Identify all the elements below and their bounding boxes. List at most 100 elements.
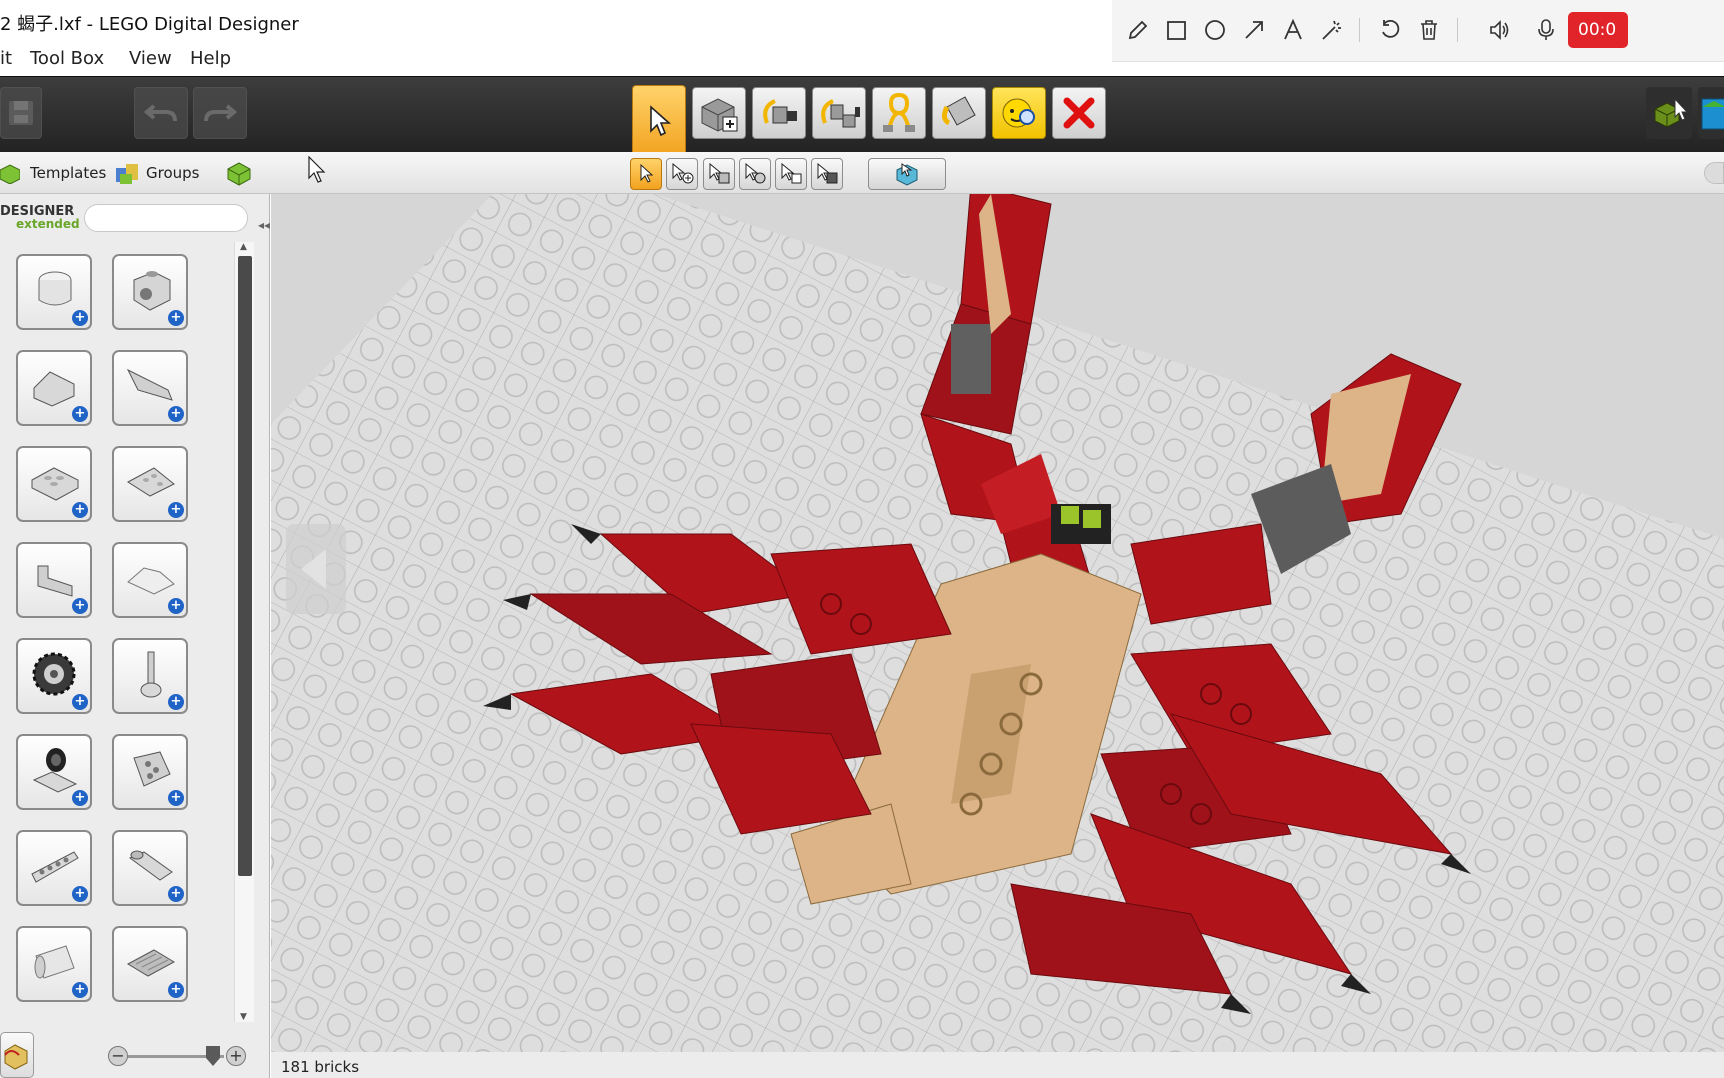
templates-tab-label: Templates <box>30 164 107 182</box>
palette-zoom-bar: − + <box>0 1030 270 1078</box>
add-brick-icon: + <box>168 694 184 710</box>
pencil-icon[interactable] <box>1122 14 1154 46</box>
same-brick-select-button[interactable] <box>775 158 807 190</box>
invert-select-button[interactable] <box>811 158 843 190</box>
technic-brick-item[interactable]: + <box>112 254 188 330</box>
scene-canvas <box>271 194 1724 1052</box>
camera-view-button[interactable] <box>868 158 946 190</box>
palette-scroll-thumb[interactable] <box>238 256 252 876</box>
add-brick-icon: + <box>168 982 184 998</box>
hide-tool-button[interactable] <box>992 87 1046 139</box>
add-brick-icon: + <box>72 886 88 902</box>
recorder-toolbar <box>1112 0 1724 62</box>
status-bar: 181 bricks <box>271 1052 1724 1078</box>
bricks-tab[interactable] <box>0 152 22 194</box>
same-shape-select-button[interactable] <box>739 158 771 190</box>
templates-icon <box>116 164 139 184</box>
grille-plate-brick-item[interactable]: + <box>112 926 188 1002</box>
delete-tool-button[interactable] <box>1052 87 1106 139</box>
add-brick-icon: + <box>168 886 184 902</box>
paint-tool-button[interactable] <box>932 87 986 139</box>
connected-select-button[interactable] <box>666 158 698 190</box>
circle-icon[interactable] <box>1199 14 1231 46</box>
select-tool-button[interactable] <box>632 85 686 157</box>
mouse-cursor-icon <box>308 156 326 183</box>
lego-digital-designer-window: 2 蝎子.lxf - LEGO Digital Designer 00:0 it… <box>0 0 1724 1078</box>
3d-build-viewport[interactable] <box>271 194 1724 1052</box>
technic-connector-brick-item[interactable]: + <box>112 734 188 810</box>
brick-count: 181 bricks <box>281 1058 360 1076</box>
zoom-slider-thumb[interactable] <box>206 1046 220 1066</box>
scroll-down-icon[interactable]: ▼ <box>240 1012 247 1022</box>
single-select-button[interactable] <box>630 158 662 190</box>
add-brick-icon: + <box>168 406 184 422</box>
add-brick-icon: + <box>72 694 88 710</box>
undo-button[interactable] <box>134 87 188 139</box>
gear-brick-item[interactable]: + <box>16 638 92 714</box>
recent-bricks-button[interactable] <box>0 1032 34 1078</box>
same-color-select-button[interactable] <box>703 158 735 190</box>
menu-help[interactable]: Help <box>190 48 231 69</box>
magic-wand-icon[interactable] <box>1316 14 1348 46</box>
add-brick-icon: + <box>72 790 88 806</box>
wedge-brick-item[interactable]: + <box>112 350 188 426</box>
secondary-toolbar: Templates Groups <box>0 152 1724 194</box>
hinge-tool-button[interactable] <box>752 87 806 139</box>
groups-icon[interactable] <box>226 152 252 194</box>
view-mode-icon[interactable] <box>1698 87 1724 139</box>
recording-timer: 00:0 <box>1568 12 1628 48</box>
add-brick-icon: + <box>168 502 184 518</box>
groups-tab[interactable]: Groups <box>146 152 199 194</box>
zoom-in-icon[interactable]: + <box>226 1046 246 1066</box>
text-icon[interactable] <box>1277 14 1309 46</box>
palette-scrollbar[interactable]: ▲ ▼ <box>234 242 254 1022</box>
scroll-up-icon[interactable]: ▲ <box>240 242 247 252</box>
hinge-align-tool-button[interactable] <box>812 87 866 139</box>
trash-icon[interactable] <box>1413 14 1445 46</box>
arrow-icon[interactable] <box>1238 14 1270 46</box>
menu-view[interactable]: View <box>129 48 172 69</box>
zoom-out-icon[interactable]: − <box>108 1046 128 1066</box>
add-brick-icon: + <box>168 310 184 326</box>
flex-tool-button[interactable] <box>872 87 926 139</box>
groups-tab-label: Groups <box>146 164 200 182</box>
undo-icon[interactable] <box>1374 14 1406 46</box>
brand-line-2: extended <box>16 217 80 231</box>
technic-beam-brick-item[interactable]: + <box>16 830 92 906</box>
plate-brick-item[interactable]: + <box>16 446 92 522</box>
brick-search-input[interactable] <box>84 204 248 232</box>
menu-edit[interactable]: it <box>0 48 12 69</box>
cylinder-brick-item[interactable]: + <box>16 926 92 1002</box>
axle-pin-brick-item[interactable]: + <box>112 830 188 906</box>
main-toolbar <box>0 76 1724 157</box>
windscreen-brick-item[interactable]: + <box>112 542 188 618</box>
build-mode-icon[interactable] <box>1646 87 1692 139</box>
slope-brick-item[interactable]: + <box>16 350 92 426</box>
add-brick-icon: + <box>72 310 88 326</box>
side-panel-toggle[interactable] <box>1704 162 1724 184</box>
menu-toolbox[interactable]: Tool Box <box>30 48 104 69</box>
add-brick-icon: + <box>72 982 88 998</box>
tile-brick-item[interactable]: + <box>16 542 92 618</box>
round-brick-item[interactable]: + <box>16 254 92 330</box>
templates-tab[interactable]: Templates <box>30 152 140 194</box>
add-brick-icon: + <box>72 406 88 422</box>
window-title: 2 蝎子.lxf - LEGO Digital Designer <box>0 14 299 35</box>
add-brick-icon: + <box>72 502 88 518</box>
wedge-plate-brick-item[interactable]: + <box>112 446 188 522</box>
minifig-head-brick-item[interactable]: + <box>16 734 92 810</box>
add-brick-icon: + <box>168 598 184 614</box>
microphone-icon[interactable] <box>1530 14 1562 46</box>
add-brick-icon: + <box>72 598 88 614</box>
menu-bar: it Tool Box View Help <box>0 44 1112 76</box>
clone-tool-button[interactable] <box>692 87 746 139</box>
speaker-icon[interactable] <box>1484 14 1516 46</box>
brick-palette: DESIGNER extended ◂◂ ▲ ▼ + + + + + + + +… <box>0 194 270 1078</box>
redo-button[interactable] <box>193 87 247 139</box>
designer-extended-logo: DESIGNER extended <box>0 205 80 231</box>
rectangle-icon[interactable] <box>1160 14 1192 46</box>
collapse-panel-icon[interactable]: ◂◂ <box>258 218 270 232</box>
add-brick-icon: + <box>168 790 184 806</box>
lever-brick-item[interactable]: + <box>112 638 188 714</box>
save-button[interactable] <box>0 87 42 139</box>
